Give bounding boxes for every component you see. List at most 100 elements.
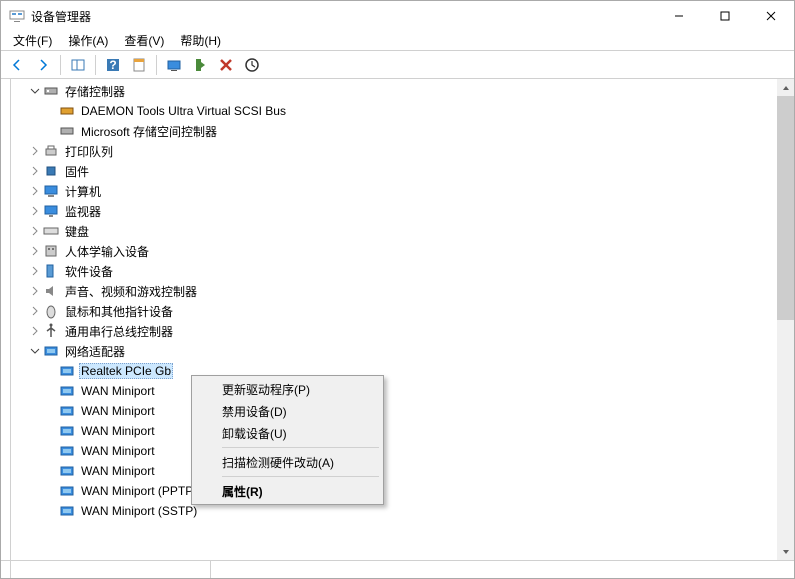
tree-node-print[interactable]: 打印队列 xyxy=(15,141,794,161)
network-adapter-icon xyxy=(59,403,75,419)
body-area: 存储控制器 DAEMON Tools Ultra Virtual SCSI Bu… xyxy=(1,79,794,560)
back-button[interactable] xyxy=(5,53,29,77)
title-bar: 设备管理器 xyxy=(1,1,794,31)
tree-node-wan-sstp[interactable]: WAN Miniport (SSTP) xyxy=(15,501,794,521)
tree-node-audio[interactable]: 声音、视频和游戏控制器 xyxy=(15,281,794,301)
tree-node-wan5[interactable]: WAN Miniport xyxy=(15,461,794,481)
collapse-arrow-icon[interactable] xyxy=(29,185,41,197)
close-button[interactable] xyxy=(748,1,794,31)
properties-button-2[interactable] xyxy=(127,53,151,77)
tree-label: WAN Miniport xyxy=(79,443,157,459)
tree-label: 鼠标和其他指针设备 xyxy=(63,302,175,321)
network-adapter-icon xyxy=(59,363,75,379)
tree-label: 声音、视频和游戏控制器 xyxy=(63,282,199,301)
menu-scan-hardware[interactable]: 扫描检测硬件改动(A) xyxy=(194,451,381,473)
software-icon xyxy=(43,263,59,279)
scroll-up-button[interactable] xyxy=(777,79,794,96)
collapse-arrow-icon[interactable] xyxy=(29,305,41,317)
tree-node-mouse[interactable]: 鼠标和其他指针设备 xyxy=(15,301,794,321)
collapse-arrow-icon[interactable] xyxy=(29,225,41,237)
menu-file[interactable]: 文件(F) xyxy=(5,30,60,51)
controller-icon xyxy=(43,83,59,99)
show-hide-console-button[interactable] xyxy=(66,53,90,77)
printer-icon xyxy=(43,143,59,159)
chip-icon xyxy=(43,163,59,179)
tree-node-network[interactable]: 网络适配器 xyxy=(15,341,794,361)
tree-node-storage[interactable]: 存储控制器 xyxy=(15,81,794,101)
tree-node-ms-storage[interactable]: Microsoft 存储空间控制器 xyxy=(15,121,794,141)
menu-update-driver[interactable]: 更新驱动程序(P) xyxy=(194,378,381,400)
tree-label: WAN Miniport xyxy=(79,463,157,479)
enable-device-button[interactable] xyxy=(188,53,212,77)
tree-label: 存储控制器 xyxy=(63,82,127,101)
window-buttons xyxy=(656,1,794,31)
tree-node-keyboard[interactable]: 键盘 xyxy=(15,221,794,241)
collapse-arrow-icon[interactable] xyxy=(29,245,41,257)
tree-label: 网络适配器 xyxy=(63,342,127,361)
tree-node-wan3[interactable]: WAN Miniport xyxy=(15,421,794,441)
minimize-button[interactable] xyxy=(656,1,702,31)
tree-node-wan4[interactable]: WAN Miniport xyxy=(15,441,794,461)
scroll-thumb[interactable] xyxy=(777,96,794,320)
maximize-button[interactable] xyxy=(702,1,748,31)
tree-label: 人体学输入设备 xyxy=(63,242,151,261)
monitor-icon xyxy=(43,203,59,219)
collapse-arrow-icon[interactable] xyxy=(29,285,41,297)
status-pane xyxy=(1,561,11,578)
menu-action[interactable]: 操作(A) xyxy=(60,30,116,51)
hid-icon xyxy=(43,243,59,259)
menu-disable-device[interactable]: 禁用设备(D) xyxy=(194,400,381,422)
tree-node-monitor[interactable]: 监视器 xyxy=(15,201,794,221)
update-driver-button[interactable] xyxy=(162,53,186,77)
mouse-icon xyxy=(43,303,59,319)
collapse-arrow-icon[interactable] xyxy=(29,325,41,337)
collapse-arrow-icon[interactable] xyxy=(29,205,41,217)
tree-node-computer[interactable]: 计算机 xyxy=(15,181,794,201)
tree-node-usb[interactable]: 通用串行总线控制器 xyxy=(15,321,794,341)
expand-arrow-icon[interactable] xyxy=(29,345,41,357)
tree-label: 键盘 xyxy=(63,222,91,241)
tree-node-wan-pptp[interactable]: WAN Miniport (PPTP) xyxy=(15,481,794,501)
status-bar xyxy=(1,560,794,578)
vertical-scrollbar[interactable] xyxy=(777,79,794,560)
forward-button[interactable] xyxy=(31,53,55,77)
network-adapter-icon xyxy=(59,463,75,479)
network-adapter-icon xyxy=(59,483,75,499)
tree-node-daemon[interactable]: DAEMON Tools Ultra Virtual SCSI Bus xyxy=(15,101,794,121)
network-icon xyxy=(43,343,59,359)
tree-label: DAEMON Tools Ultra Virtual SCSI Bus xyxy=(79,103,288,119)
scroll-track[interactable] xyxy=(777,96,794,543)
device-tree[interactable]: 存储控制器 DAEMON Tools Ultra Virtual SCSI Bu… xyxy=(11,79,794,560)
status-pane xyxy=(211,561,794,578)
tree-node-hid[interactable]: 人体学输入设备 xyxy=(15,241,794,261)
menu-bar: 文件(F) 操作(A) 查看(V) 帮助(H) xyxy=(1,31,794,51)
collapse-arrow-icon[interactable] xyxy=(29,165,41,177)
tree-node-firmware[interactable]: 固件 xyxy=(15,161,794,181)
menu-uninstall-device[interactable]: 卸载设备(U) xyxy=(194,422,381,444)
collapse-arrow-icon[interactable] xyxy=(29,265,41,277)
menu-properties[interactable]: 属性(R) xyxy=(194,480,381,502)
left-pane xyxy=(1,79,11,560)
tree-node-wan2[interactable]: WAN Miniport xyxy=(15,401,794,421)
menu-help[interactable]: 帮助(H) xyxy=(172,30,229,51)
uninstall-device-button[interactable] xyxy=(214,53,238,77)
scroll-down-button[interactable] xyxy=(777,543,794,560)
tree-label: 固件 xyxy=(63,162,91,181)
network-adapter-icon xyxy=(59,443,75,459)
scsi-icon xyxy=(59,123,75,139)
help-button[interactable]: ? xyxy=(101,53,125,77)
tree-node-realtek[interactable]: Realtek PCIe Gb xyxy=(15,361,794,381)
menu-view[interactable]: 查看(V) xyxy=(116,30,172,51)
tree-label: WAN Miniport (PPTP) xyxy=(79,483,199,499)
svg-text:?: ? xyxy=(109,58,116,72)
tree-label: 计算机 xyxy=(63,182,103,201)
speaker-icon xyxy=(43,283,59,299)
tree-node-wan1[interactable]: WAN Miniport xyxy=(15,381,794,401)
tree-label: WAN Miniport (SSTP) xyxy=(79,503,199,519)
scsi-icon xyxy=(59,103,75,119)
tree-label: 软件设备 xyxy=(63,262,115,281)
tree-node-software[interactable]: 软件设备 xyxy=(15,261,794,281)
scan-hardware-button[interactable] xyxy=(240,53,264,77)
collapse-arrow-icon[interactable] xyxy=(29,145,41,157)
expand-arrow-icon[interactable] xyxy=(29,85,41,97)
